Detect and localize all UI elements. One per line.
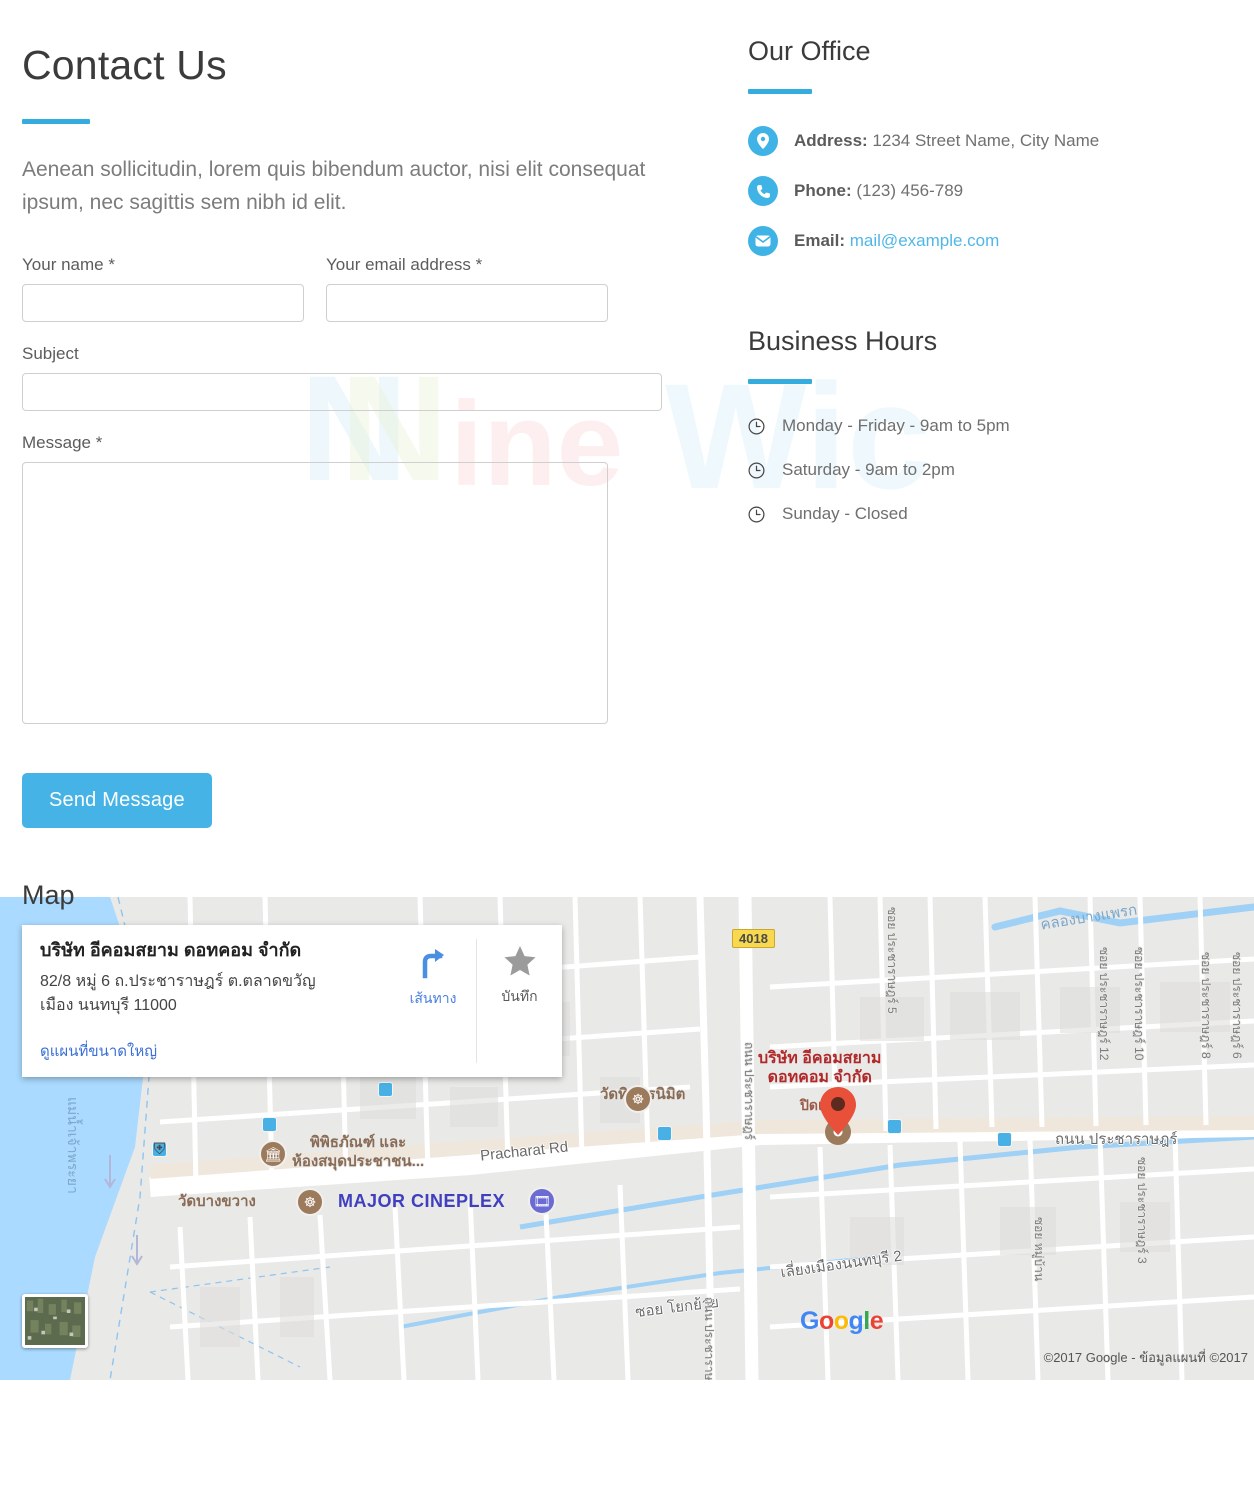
star-icon [504,946,535,976]
office-row-address: Address: 1234 Street Name, City Name [748,126,1228,156]
email-label: Your email address * [326,255,483,275]
name-input[interactable] [22,284,304,323]
google-logo[interactable]: Google [800,1307,884,1336]
directions-icon [422,949,444,979]
email-link[interactable]: mail@example.com [850,231,1000,250]
address-label: Address: [794,131,868,150]
name-label: Your name * [22,255,115,275]
clock-icon [748,461,765,479]
contact-page: N N ine Wic Contact Us Aenean sollicitud… [0,0,1254,1504]
office-phone-text: Phone: (123) 456-789 [794,181,963,201]
map-card-details: บริษัท อีคอมสยาม ดอทคอม จำกัด 82/8 หมู่ … [22,939,390,1063]
map-section-title: Map [22,880,75,911]
address-value: 1234 Street Name, City Name [872,131,1100,150]
our-office-heading: Our Office [748,36,871,66]
satellite-thumbnail-image [25,1297,85,1345]
hours-weekday-text: Monday - Friday - 9am to 5pm [782,416,1010,435]
title-accent-rule [22,119,90,124]
contact-right-column: Our Office Address: 1234 Street Name, Ci… [748,0,1228,548]
contact-left-column: Contact Us Aenean sollicitudin, lorem qu… [22,0,662,911]
map-pin-icon [748,126,778,156]
google-map-embed[interactable]: เรือนจำจังหวัดนนทบุรี 🏛 วัดทินกรนิมิต ☸ … [0,897,1254,1380]
directions-button[interactable]: เส้นทาง [390,939,476,1063]
map-card-address: 82/8 หมู่ 6 ถ.ประชาราษฎร์ ต.ตลาดขวัญ เมื… [40,970,376,1016]
map-marker-pin[interactable] [817,1085,859,1150]
phone-icon [748,176,778,206]
map-card-title: บริษัท อีคอมสยาม ดอทคอม จำกัด [40,940,302,960]
office-row-phone: Phone: (123) 456-789 [748,176,1228,206]
business-hours-list: Monday - Friday - 9am to 5pm Saturday - … [748,416,1228,524]
field-group-subject: Subject [22,344,662,412]
phone-value: (123) 456-789 [856,181,964,200]
office-info-list: Address: 1234 Street Name, City Name Pho… [748,126,1228,256]
office-address-text: Address: 1234 Street Name, City Name [794,131,1099,151]
our-office-accent-rule [748,89,812,94]
field-group-name: Your name * [22,255,304,323]
map-card-actions: เส้นทาง บันทึก [390,939,562,1063]
message-label: Message * [22,433,103,453]
highway-shield-4018: 4018 [732,929,775,948]
business-hours-section: Business Hours Monday - Friday - 9am to … [748,326,1228,524]
send-message-button[interactable]: Send Message [22,773,212,829]
bus-stop-icon [997,1132,1012,1147]
hours-row-sunday: Sunday - Closed [748,504,1228,524]
ferry-pier-icon: ⛨ [152,1140,167,1158]
phone-label: Phone: [794,181,852,200]
business-hours-heading: Business Hours [748,326,938,356]
clock-icon [748,417,765,435]
email-label-static: Email: [794,231,846,250]
bus-stop-icon [378,1082,393,1097]
field-group-message: Message * [22,433,662,729]
view-larger-map-link[interactable]: ดูแผนที่ขนาดใหญ่ [40,1039,376,1063]
map-card-address-line2: เมือง นนทบุรี 11000 [40,996,177,1014]
our-office-section: Our Office Address: 1234 Street Name, Ci… [748,0,1228,256]
hours-saturday-text: Saturday - 9am to 2pm [782,460,955,479]
save-button[interactable]: บันทึก [476,939,562,1063]
message-textarea[interactable] [22,462,608,725]
field-group-email: Your email address * [326,255,608,323]
business-hours-accent-rule [748,379,812,384]
envelope-icon [748,226,778,256]
subject-label: Subject [22,344,79,364]
page-title: Contact Us [22,42,227,88]
directions-label: เส้นทาง [409,990,457,1006]
hours-row-weekday: Monday - Friday - 9am to 5pm [748,416,1228,436]
email-input[interactable] [326,284,608,323]
hours-sunday-text: Sunday - Closed [782,504,908,523]
map-attribution: ©2017 Google - ข้อมูลแผนที่ ©2017 [1043,1350,1248,1365]
bus-stop-icon [262,1117,277,1132]
clock-icon [748,505,765,523]
office-row-email: Email: mail@example.com [748,226,1228,256]
hours-row-saturday: Saturday - 9am to 2pm [748,460,1228,480]
bus-stop-icon [657,1126,672,1141]
contact-form: Your name * Your email address * Subject… [22,255,662,829]
poi-icon-museum-library: 🏛 [259,1140,287,1168]
poi-icon-wat-bangkhwang: ☸ [296,1188,324,1216]
office-email-text: Email: mail@example.com [794,231,999,251]
map-info-card[interactable]: บริษัท อีคอมสยาม ดอทคอม จำกัด 82/8 หมู่ … [22,925,562,1077]
poi-icon-cineplex: 🎞 [528,1187,556,1215]
poi-icon-wat-tinkoranimit: ☸ [624,1085,652,1113]
intro-paragraph: Aenean sollicitudin, lorem quis bibendum… [22,158,646,214]
bus-stop-icon [887,1119,902,1134]
map-card-address-line1: 82/8 หมู่ 6 ถ.ประชาราษฎร์ ต.ตลาดขวัญ [40,973,316,991]
satellite-view-thumbnail[interactable] [22,1294,88,1348]
save-label: บันทึก [501,988,538,1004]
subject-input[interactable] [22,373,662,412]
